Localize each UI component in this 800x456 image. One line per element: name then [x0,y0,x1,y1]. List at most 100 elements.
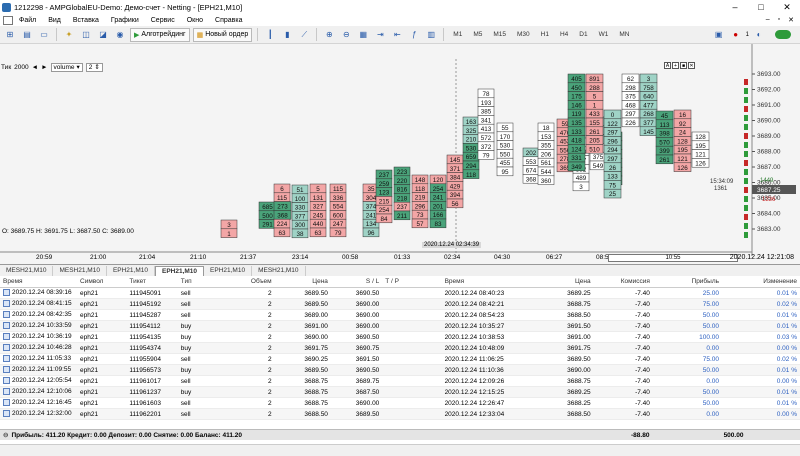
col-header[interactable]: Время [0,278,77,285]
new-chart-icon[interactable]: ⊞ [3,28,17,42]
cluster-volume: 550 [500,151,511,158]
menu-view[interactable]: Вид [42,17,67,24]
chart-tab[interactable]: MESH21,M10 [252,266,306,276]
algo-trading-button[interactable]: ▶ Алготрейдинг [130,27,190,42]
table-row[interactable]: 2020.12.24 10:36:19 eph21 111954135 buy 2 369… [0,332,800,343]
zoom-in-icon[interactable]: ⊕ [322,28,336,42]
volume-marker [744,97,748,103]
closedoc-icon[interactable]: ✕ [788,16,794,24]
cluster-bar: 51 100 330377 300 38 [291,184,309,239]
table-cell: 25.00 [702,289,720,297]
chart-tab[interactable]: MESH21,M10 [53,266,107,276]
tester-icon[interactable]: ◪ [96,28,110,42]
autoscroll-icon[interactable]: ⇥ [373,28,387,42]
cluster-volume: 95 [501,169,509,176]
chart-tab[interactable]: EPH21,M10 [204,266,253,276]
table-row[interactable]: 2020.12.24 12:10:06 eph21 111961237 buy 2 368… [0,387,800,398]
table-cell: 2 [268,300,272,308]
arrow-right-icon[interactable]: ► [41,64,47,71]
table-row[interactable]: 2020.12.24 08:42:35 eph21 111945287 sell 2 36… [0,310,800,321]
restore-doc-icon[interactable]: – [766,16,770,24]
bar-chart-icon[interactable]: ┃ [263,28,277,42]
cluster-volume: 241 [366,212,377,219]
shift-icon[interactable]: ⇤ [390,28,404,42]
table-row[interactable]: 2020.12.24 10:46:28 eph21 111954374 buy 2 369… [0,343,800,354]
control-x-icon[interactable]: ✕ [688,62,695,69]
terminal-icon[interactable]: ◫ [79,28,93,42]
cluster-volume: 455 [500,160,511,167]
col-header[interactable]: Цена [275,278,331,285]
table-row[interactable]: 2020.12.24 10:33:59 eph21 111954112 buy 2 369… [0,321,800,332]
candle-chart-icon[interactable]: ▮ [280,28,294,42]
new-order-button[interactable]: ▦ Новый ордер [192,27,253,42]
tf-w1[interactable]: W1 [595,31,613,38]
menu-help[interactable]: Справка [209,17,248,24]
chart-scrollbar[interactable]: 10:55 [608,254,738,262]
col-header[interactable]: Символ [77,278,126,285]
tf-h4[interactable]: H4 [556,31,572,38]
tf-m5[interactable]: M5 [469,31,486,38]
table-row[interactable]: 2020.12.24 12:05:54 eph21 111961017 sell 2 36… [0,376,800,387]
profiles-icon[interactable]: ▤ [20,28,34,42]
account-icon[interactable]: ◐ [752,28,766,42]
indicator-select[interactable]: volume ▾ [50,62,83,72]
table-row[interactable]: 2020.12.24 11:05:33 eph21 111955904 sell 2 36… [0,354,800,365]
indicators-icon[interactable]: ƒ [407,28,421,42]
table-row[interactable]: 2020.12.24 11:09:55 eph21 111956573 buy 2 368… [0,365,800,376]
templates-icon[interactable]: ▥ [424,28,438,42]
table-row[interactable]: 2020.12.24 08:41:15 eph21 111945192 sell 2 36… [0,299,800,310]
chart-tab[interactable]: MESH21,M10 [0,266,54,276]
menu-file[interactable]: Файл [13,17,42,24]
maximize-icon[interactable]: □ [748,0,774,14]
control-plus-icon[interactable]: + [672,62,679,69]
current-price-label: 3687.25 [757,187,781,194]
maxdoc-icon[interactable]: ▫ [778,16,780,24]
col-header[interactable]: T / P [382,278,441,285]
col-header[interactable]: Цена [530,278,593,285]
zoom-out-icon[interactable]: ⊖ [339,28,353,42]
col-header[interactable]: Комиссия [594,278,653,285]
document-icon[interactable] [3,15,13,25]
col-header[interactable]: Время [442,278,531,285]
menu-insert[interactable]: Вставка [67,17,105,24]
market-watch-icon[interactable]: ▭ [37,28,51,42]
chart-tab-active[interactable]: EPH21,M10 [154,266,205,276]
close-icon[interactable]: ✕ [774,0,800,14]
table-row[interactable]: 2020.12.24 08:39:16 eph21 111945091 sell 2 36… [0,288,800,299]
col-header[interactable]: S / L [331,278,382,285]
tf-m30[interactable]: M30 [513,31,534,38]
control-dot-icon[interactable]: ■ [680,62,687,69]
col-header[interactable]: Тикет [126,278,177,285]
line-chart-icon[interactable]: ⟋ [297,28,311,42]
table-cell: -7.40 [635,300,650,308]
navigator-icon[interactable]: ✦ [62,28,76,42]
cluster-volume: 224 [277,221,288,228]
tf-mn[interactable]: MN [615,31,633,38]
tile-icon[interactable]: ▦ [356,28,370,42]
tf-m15[interactable]: M15 [489,31,510,38]
menu-tools[interactable]: Сервис [145,17,181,24]
cluster-volume: 368 [526,176,537,183]
minimize-icon[interactable]: – [722,0,748,14]
alert-bell-icon[interactable]: ● [729,28,743,42]
table-row[interactable]: 2020.12.24 12:16:45 eph21 111961603 sell 2 36… [0,398,800,409]
param-select[interactable]: 2 ⇕ [85,62,103,72]
menu-charts[interactable]: Графики [105,17,145,24]
col-header[interactable]: Прибыль [653,278,722,285]
tf-h1[interactable]: H1 [537,31,553,38]
table-cell: 3691.50 [355,355,380,363]
control-a-icon[interactable]: A [664,62,671,69]
chat-icon[interactable]: ▣ [712,28,726,42]
col-header[interactable]: Изменение [722,278,800,285]
tf-d1[interactable]: D1 [575,31,591,38]
cluster-volume: 63 [278,230,286,237]
col-header[interactable]: Объем [215,278,274,285]
menu-window[interactable]: Окно [181,17,209,24]
chart-tab[interactable]: EPH21,M10 [107,266,155,276]
connection-toggle[interactable] [775,30,791,39]
signals-icon[interactable]: ◉ [113,28,127,42]
arrow-left-icon[interactable]: ◄ [32,64,38,71]
tf-m1[interactable]: M1 [449,31,466,38]
col-header[interactable]: Тип [178,278,216,285]
table-row[interactable]: 2020.12.24 12:32:00 eph21 111962201 sell 2 36… [0,409,800,420]
